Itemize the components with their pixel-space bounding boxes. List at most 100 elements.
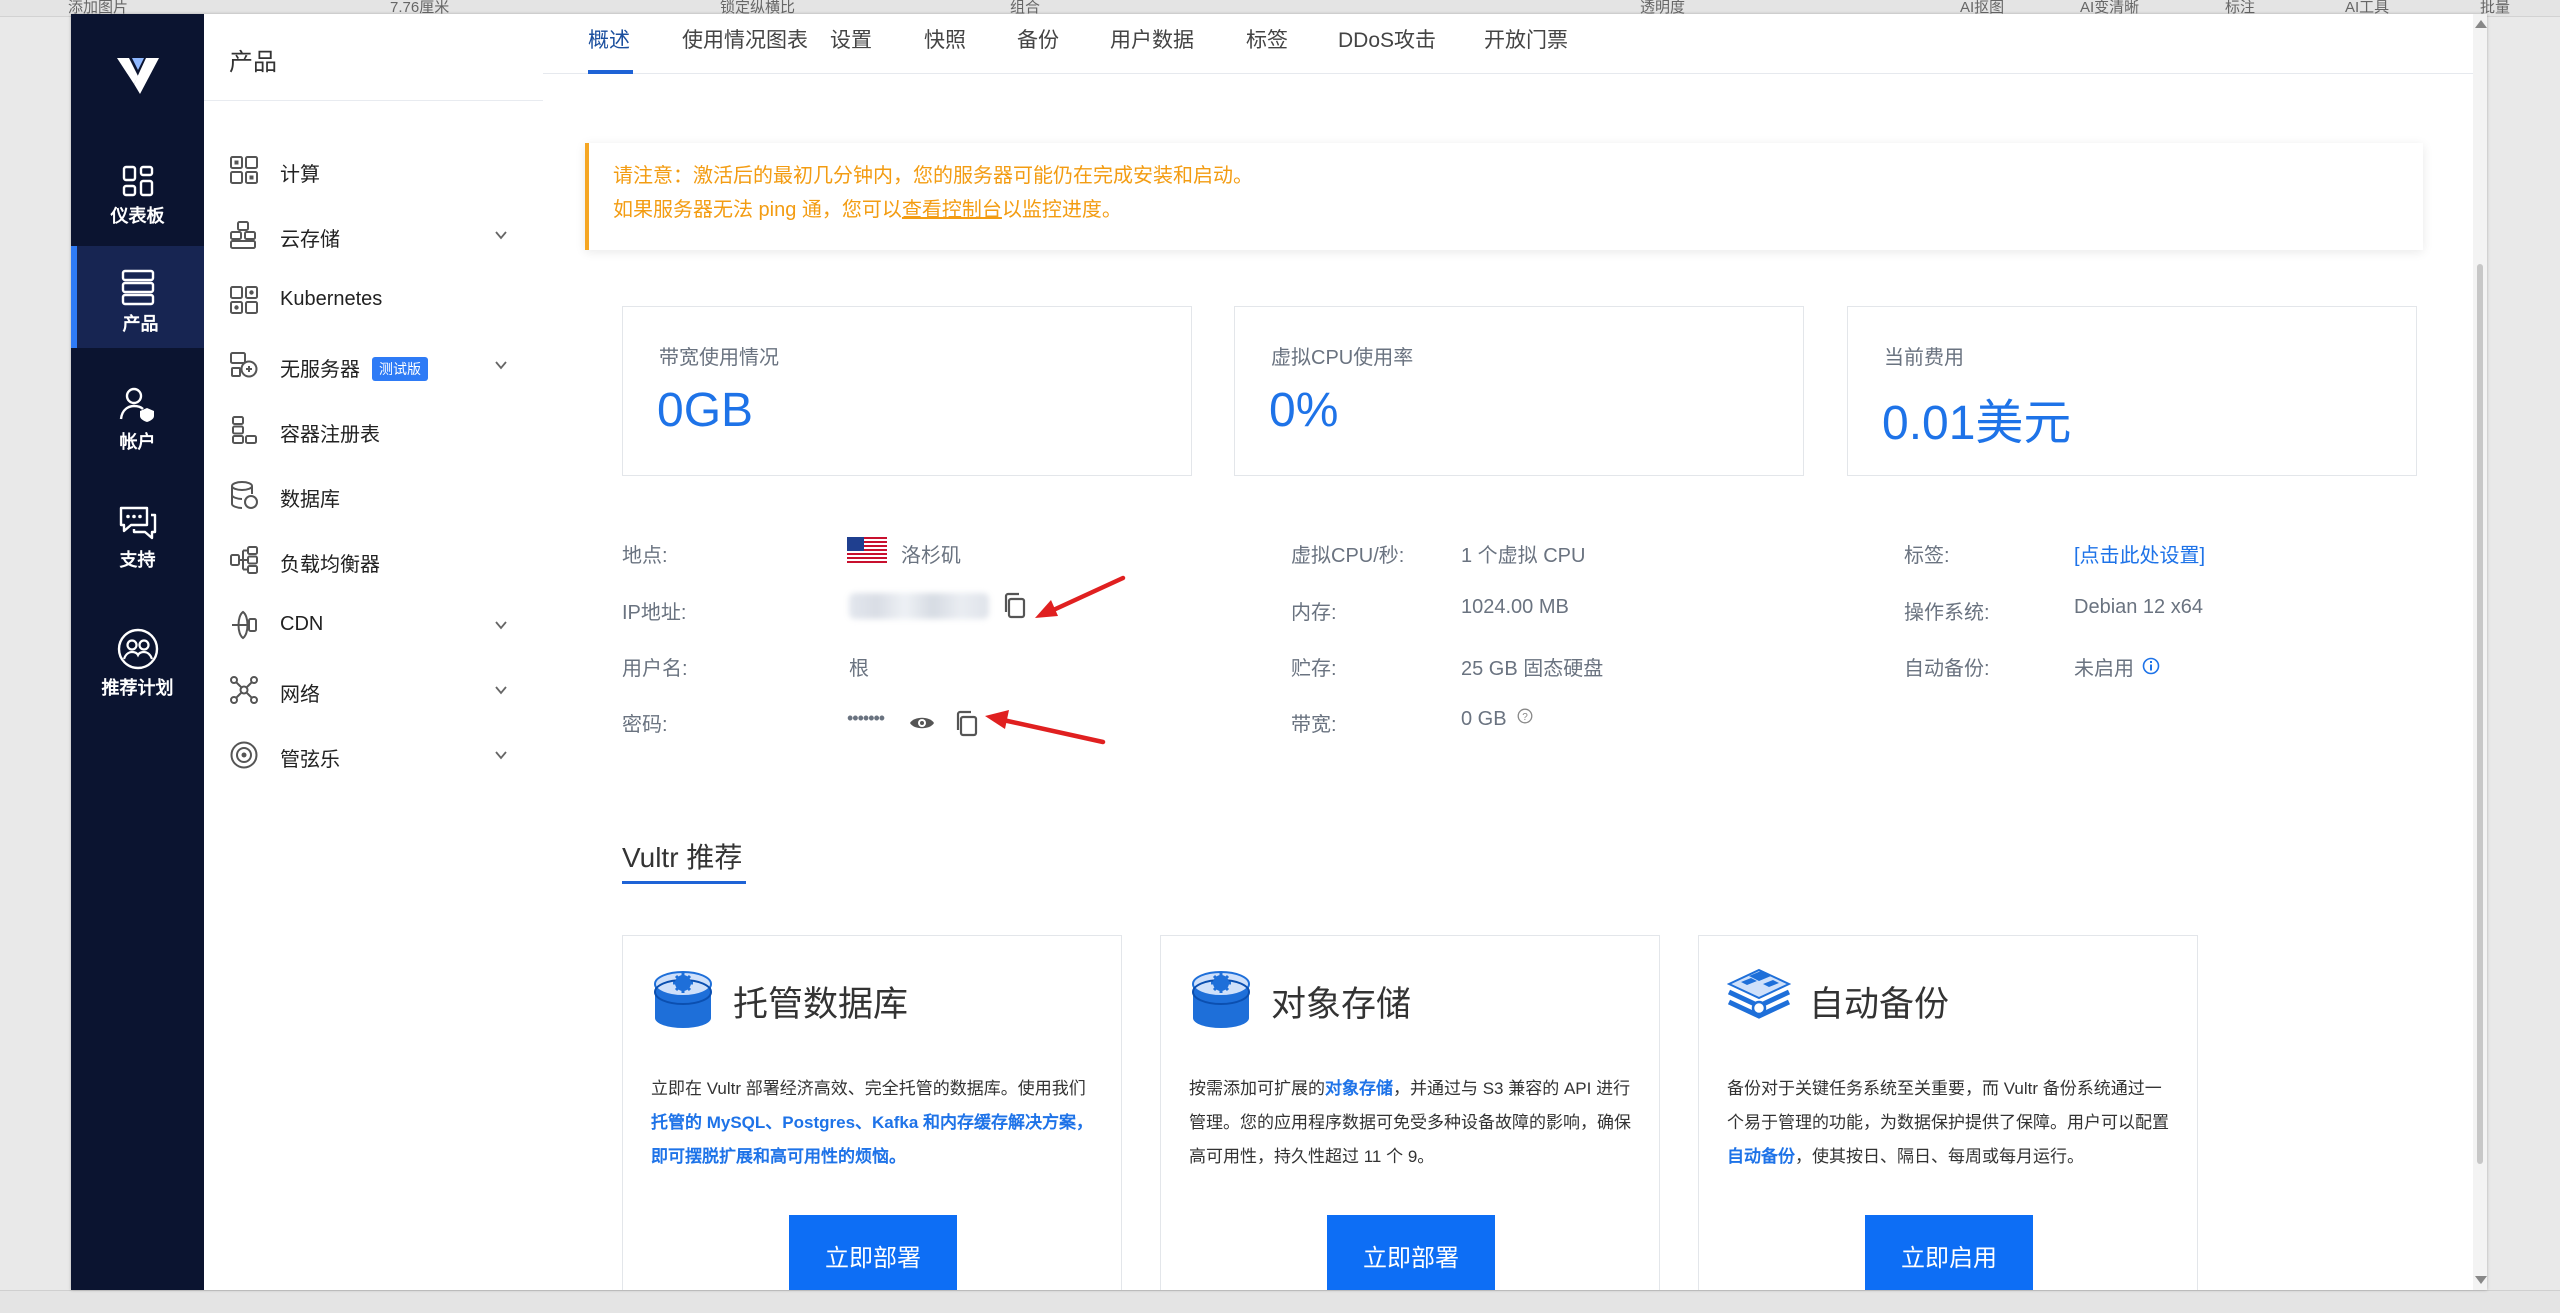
cdn-icon	[232, 610, 257, 640]
menu-item-serverless[interactable]: 无服务器 测试版	[204, 340, 543, 390]
copy-password-icon[interactable]	[954, 710, 980, 738]
menu-item-cloud-storage[interactable]: 云存储	[204, 210, 543, 260]
active-tab-indicator	[588, 70, 633, 74]
menu-title: 产品	[229, 49, 277, 76]
browser-window: 仪表板 产品 帐户 支持 推荐计划 产品 计算 云存储 Kubernetes 无…	[71, 14, 2487, 1290]
card-desc-highlight[interactable]: 对象存储	[1325, 1079, 1393, 1098]
tab-overview[interactable]: 概述	[588, 24, 630, 54]
notice-line-1: 请注意：激活后的最初几分钟内，您的服务器可能仍在完成安装和启动。	[613, 165, 1253, 187]
rail-label: 帐户	[119, 432, 156, 452]
password-label: 密码:	[622, 714, 668, 736]
tags-label: 标签:	[1904, 545, 1950, 567]
database-icon	[231, 481, 258, 509]
menu-item-database[interactable]: 数据库	[204, 470, 543, 520]
tab-user-data[interactable]: 用户数据	[1110, 24, 1194, 54]
scroll-up-arrow-icon[interactable]	[2475, 20, 2487, 28]
menu-item-label: 管弦乐	[280, 749, 340, 771]
menu-item-orchestration[interactable]: 管弦乐	[204, 730, 543, 780]
menu-item-container-registry[interactable]: 容器注册表	[204, 405, 543, 455]
stat-card-current-charges: 当前费用 0.01美元	[1847, 306, 2417, 476]
username-value: 根	[849, 658, 869, 680]
location-label: 地点:	[622, 545, 668, 567]
ip-address-redacted	[849, 593, 989, 619]
serverless-icon	[230, 352, 258, 378]
scroll-down-arrow-icon[interactable]	[2475, 1276, 2487, 1284]
chevron-down-icon[interactable]	[494, 358, 508, 372]
account-icon	[119, 387, 154, 422]
auto-backup-label: 自动备份:	[1904, 658, 1990, 680]
tab-backups[interactable]: 备份	[1017, 24, 1059, 54]
menu-item-label: 网络	[280, 684, 320, 706]
chevron-down-icon[interactable]	[494, 228, 508, 242]
dashboard-icon	[122, 165, 153, 197]
stat-value: 0.01美元	[1882, 397, 2072, 450]
menu-item-load-balancer[interactable]: 负载均衡器	[204, 535, 543, 585]
stat-label: 带宽使用情况	[659, 347, 779, 369]
menu-item-compute[interactable]: 计算	[204, 145, 543, 195]
annotation-arrow	[1035, 575, 1126, 618]
rail-item-referral[interactable]: 推荐计划	[71, 614, 204, 716]
rail-item-dashboard[interactable]: 仪表板	[71, 150, 204, 252]
chevron-down-icon[interactable]	[494, 748, 508, 762]
chevron-down-icon[interactable]	[494, 618, 508, 632]
menu-item-network[interactable]: 网络	[204, 665, 543, 715]
ip-label: IP地址:	[622, 602, 687, 624]
ram-value: 1024.00 MB	[1461, 596, 1569, 618]
auto-backup-value: 未启用	[2074, 658, 2134, 680]
recommend-underline	[622, 881, 746, 884]
card-object-storage: 对象存储 按需添加可扩展的对象存储，并通过与 S3 兼容的 API 进行管理。您…	[1160, 935, 1660, 1290]
chat-support-icon	[119, 506, 156, 540]
view-console-link[interactable]: 查看控制台	[902, 199, 1002, 221]
divider	[204, 100, 543, 101]
info-icon[interactable]	[2142, 657, 2160, 675]
card-title: 托管数据库	[733, 985, 909, 1024]
enable-auto-backup-button[interactable]: 立即启用	[1865, 1215, 2033, 1290]
chevron-down-icon[interactable]	[494, 683, 508, 697]
menu-item-label: 容器注册表	[280, 424, 380, 446]
stat-label: 虚拟CPU使用率	[1271, 347, 1414, 369]
deploy-database-button[interactable]: 立即部署	[789, 1215, 957, 1290]
tab-snapshots[interactable]: 快照	[924, 24, 966, 54]
copy-ip-icon[interactable]	[1002, 592, 1028, 620]
network-icon	[230, 676, 258, 704]
rail-item-support[interactable]: 支持	[71, 490, 204, 592]
username-label: 用户名:	[622, 658, 688, 680]
storage-label: 贮存:	[1291, 658, 1337, 680]
tab-tickets[interactable]: 开放门票	[1484, 24, 1568, 54]
svg-text:?: ?	[1522, 712, 1528, 723]
background-app-statusbar	[0, 1290, 2560, 1313]
tab-tags[interactable]: 标签	[1246, 24, 1288, 54]
set-tags-link[interactable]: [点击此处设置]	[2074, 539, 2205, 568]
card-title: 自动备份	[1809, 985, 1950, 1024]
card-desc-text: 备份对于关键任务系统至关重要，而 Vultr 备份系统通过一个易于管理的功能，为…	[1727, 1079, 2169, 1132]
bandwidth-value: 0 GB	[1461, 708, 1507, 730]
help-icon[interactable]: ?	[1517, 708, 1533, 724]
menu-item-label: 云存储	[280, 229, 340, 251]
card-desc-highlight[interactable]: 托管的 MySQL、Postgres、Kafka 和内存缓存解决方案，即可摆脱扩…	[651, 1113, 1093, 1166]
cloud-storage-icon	[230, 221, 256, 249]
menu-item-kubernetes[interactable]: Kubernetes	[204, 275, 543, 325]
vultr-logo-icon[interactable]	[115, 50, 161, 96]
menu-item-cdn[interactable]: CDN	[204, 600, 543, 650]
rail-label: 推荐计划	[101, 678, 174, 698]
deploy-object-storage-button[interactable]: 立即部署	[1327, 1215, 1495, 1290]
tab-settings[interactable]: 设置	[830, 24, 872, 54]
rail-item-products[interactable]: 产品	[71, 246, 204, 348]
card-desc-text: 立即在 Vultr 部署经济高效、完全托管的数据库。使用我们	[651, 1079, 1086, 1098]
tab-usage-graphs[interactable]: 使用情况图表	[682, 24, 808, 54]
kubernetes-icon	[230, 286, 258, 314]
card-desc-highlight[interactable]: 自动备份	[1727, 1147, 1795, 1166]
show-password-eye-icon[interactable]	[908, 714, 936, 732]
bandwidth-label: 带宽:	[1291, 714, 1337, 736]
us-flag-icon	[847, 537, 887, 563]
rail-label: 产品	[122, 314, 159, 334]
stat-value: 0GB	[657, 384, 754, 437]
card-managed-database: 托管数据库 立即在 Vultr 部署经济高效、完全托管的数据库。使用我们托管的 …	[622, 935, 1122, 1290]
scrollbar-thumb[interactable]	[2477, 264, 2483, 1164]
card-desc-text: ，使其按日、隔日、每周或每月运行。	[1795, 1147, 2084, 1166]
card-desc-text: 按需添加可扩展的	[1189, 1079, 1325, 1098]
managed-database-icon	[654, 971, 712, 1028]
tab-ddos[interactable]: DDoS攻击	[1338, 24, 1436, 54]
card-description: 备份对于关键任务系统至关重要，而 Vultr 备份系统通过一个易于管理的功能，为…	[1727, 1072, 2177, 1174]
rail-item-account[interactable]: 帐户	[71, 372, 204, 474]
